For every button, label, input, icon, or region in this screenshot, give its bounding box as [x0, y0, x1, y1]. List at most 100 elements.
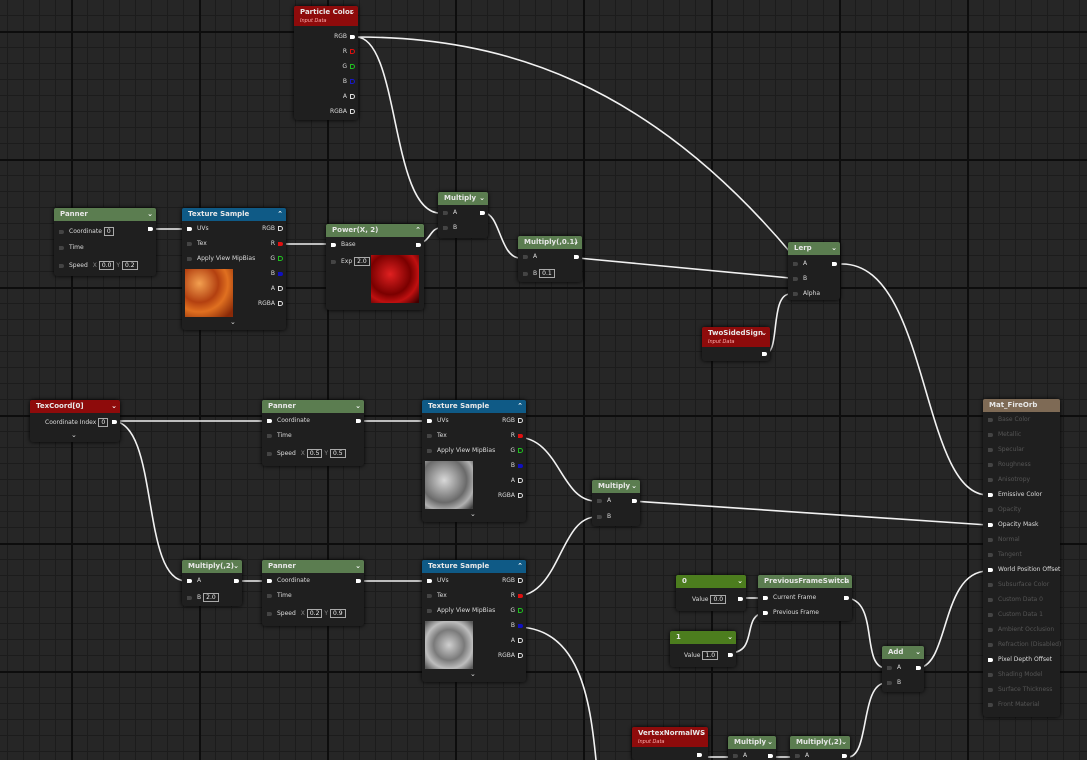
output-pin-r[interactable]: R: [271, 240, 283, 248]
value-field[interactable]: Value 0.0: [692, 595, 727, 604]
chevron-up-icon[interactable]: ⌃: [277, 208, 283, 221]
material-input-pin[interactable]: World Position Offset: [988, 566, 1060, 574]
chevron-down-icon[interactable]: ⌄: [573, 236, 579, 249]
power-node[interactable]: Power(X, 2) ⌃ Base Exp 2.0: [326, 224, 424, 310]
expand-chevron-icon[interactable]: ⌄: [71, 431, 77, 439]
material-input-pin[interactable]: Base Color: [988, 416, 1030, 424]
output-pin[interactable]: [694, 751, 702, 759]
multiply-node[interactable]: Multiply ⌄ A: [728, 736, 776, 760]
output-pin-g[interactable]: G: [510, 607, 523, 615]
node-header[interactable]: Power(X, 2) ⌃: [326, 224, 424, 237]
chevron-down-icon[interactable]: ⌄: [349, 6, 355, 18]
exp-field[interactable]: 2.0: [354, 257, 370, 266]
multiply-2-node[interactable]: Multiply(,2) ⌄ A: [790, 736, 850, 760]
node-header[interactable]: Multiply ⌄: [438, 192, 488, 205]
coordinate-index-field[interactable]: Coordinate Index 0: [45, 418, 109, 427]
chevron-up-icon[interactable]: ⌃: [517, 560, 523, 573]
input-pin-mipbias[interactable]: Apply View MipBias: [187, 255, 255, 263]
output-pin[interactable]: [231, 577, 239, 585]
input-pin-current-frame[interactable]: Current Frame: [763, 594, 816, 602]
output-pin-r[interactable]: R: [511, 592, 523, 600]
input-pin-speed[interactable]: Speed X 0.0 Y 0.2: [59, 261, 138, 270]
output-pin-rgba[interactable]: RGBA: [258, 300, 283, 308]
output-pin[interactable]: [841, 594, 849, 602]
material-input-pin[interactable]: Front Material: [988, 701, 1039, 709]
output-pin-b[interactable]: B: [511, 462, 523, 470]
input-pin-a[interactable]: A: [187, 577, 201, 585]
chevron-up-icon[interactable]: ⌃: [517, 400, 523, 413]
texture-sample-node[interactable]: Texture Sample ⌃ UVs Tex Apply View MipBi…: [182, 208, 286, 330]
speed-x-field[interactable]: 0.2: [306, 609, 323, 618]
two-sided-sign-node[interactable]: TwoSidedSign Input Data ⌄: [702, 327, 770, 361]
expand-chevron-icon[interactable]: ⌄: [470, 670, 476, 678]
node-header[interactable]: Texture Sample ⌃: [422, 400, 526, 413]
chevron-down-icon[interactable]: ⌄: [147, 208, 153, 221]
node-header[interactable]: TexCoord[0] ⌄: [30, 400, 120, 413]
speed-x-field[interactable]: 0.0: [98, 261, 115, 270]
chevron-down-icon[interactable]: ⌄: [355, 560, 361, 573]
input-pin-b[interactable]: B: [597, 513, 611, 521]
constant-0-node[interactable]: 0 ⌄ Value 0.0: [676, 575, 746, 611]
node-header[interactable]: Panner ⌄: [262, 400, 364, 413]
output-pin[interactable]: [353, 577, 361, 585]
output-pin-g[interactable]: G: [270, 255, 283, 263]
input-pin-uvs[interactable]: UVs: [427, 577, 449, 585]
input-pin-speed[interactable]: Speed X 0.2 Y 0.9: [267, 609, 346, 618]
multiply-node[interactable]: Multiply ⌄ A B: [592, 480, 640, 526]
material-input-pin[interactable]: Refraction (Disabled): [988, 641, 1061, 649]
output-pin[interactable]: [145, 225, 153, 233]
output-pin-rgba[interactable]: RGBA: [498, 652, 523, 660]
node-header[interactable]: Multiply ⌄: [728, 736, 776, 749]
node-header[interactable]: Multiply(,2) ⌄: [182, 560, 242, 573]
input-pin-a[interactable]: A: [733, 752, 747, 760]
output-pin-b[interactable]: B: [343, 78, 355, 86]
material-input-pin[interactable]: Metallic: [988, 431, 1021, 439]
input-pin-tex[interactable]: Tex: [187, 240, 207, 248]
input-pin-speed[interactable]: Speed X 0.5 Y 0.5: [267, 449, 346, 458]
input-pin-a[interactable]: A: [795, 752, 809, 760]
output-pin-g[interactable]: G: [510, 447, 523, 455]
input-pin-mipbias[interactable]: Apply View MipBias: [427, 447, 495, 455]
chevron-down-icon[interactable]: ⌄: [841, 736, 847, 749]
panner-node[interactable]: Panner ⌄ Coordinate 0 Time Speed X 0.0 Y 0.2: [54, 208, 156, 276]
input-pin-time[interactable]: Time: [59, 244, 84, 252]
output-pin[interactable]: [571, 253, 579, 261]
output-pin[interactable]: [735, 595, 743, 603]
material-input-pin[interactable]: Custom Data 1: [988, 611, 1043, 619]
node-header[interactable]: Texture Sample ⌃: [182, 208, 286, 221]
b-field[interactable]: 2.0: [203, 593, 219, 602]
chevron-down-icon[interactable]: ⌄: [111, 400, 117, 413]
material-input-pin[interactable]: Opacity: [988, 506, 1021, 514]
material-input-pin[interactable]: Shading Model: [988, 671, 1042, 679]
input-pin-base[interactable]: Base: [331, 241, 356, 249]
node-header[interactable]: Texture Sample ⌃: [422, 560, 526, 573]
input-pin-uvs[interactable]: UVs: [187, 225, 209, 233]
value-input[interactable]: 1.0: [702, 651, 719, 660]
input-pin-b[interactable]: B: [443, 224, 457, 232]
output-pin-g[interactable]: G: [342, 63, 355, 71]
panner-node[interactable]: Panner ⌄ Coordinate Time Speed X 0.5 Y 0.5: [262, 400, 364, 466]
input-pin-a[interactable]: A: [793, 260, 807, 268]
value-input[interactable]: 0.0: [710, 595, 727, 604]
material-input-pin[interactable]: Normal: [988, 536, 1020, 544]
expand-chevron-icon[interactable]: ⌄: [470, 510, 476, 518]
speed-y-field[interactable]: 0.2: [122, 261, 138, 270]
node-header[interactable]: Add ⌄: [882, 646, 924, 659]
input-pin-a[interactable]: A: [887, 664, 901, 672]
chevron-down-icon[interactable]: ⌄: [767, 736, 773, 749]
node-header[interactable]: PreviousFrameSwitch ⌄: [758, 575, 852, 588]
input-pin-coordinate[interactable]: Coordinate: [267, 577, 310, 585]
vertex-normal-ws-node[interactable]: VertexNormalWS Input Data ⌄: [632, 727, 708, 760]
material-input-pin[interactable]: Subsurface Color: [988, 581, 1049, 589]
input-pin-mipbias[interactable]: Apply View MipBias: [427, 607, 495, 615]
texture-sample-node[interactable]: Texture Sample ⌃ UVs Tex Apply View MipBi…: [422, 560, 526, 682]
add-node[interactable]: Add ⌄ A B: [882, 646, 924, 692]
output-pin-rgb[interactable]: RGB: [334, 33, 355, 41]
input-pin-exp[interactable]: Exp 2.0: [331, 257, 370, 266]
multiply-2-node[interactable]: Multiply(,2) ⌄ A B 2.0: [182, 560, 242, 606]
output-pin[interactable]: [765, 752, 773, 760]
node-header[interactable]: TwoSidedSign Input Data ⌄: [702, 327, 770, 347]
input-pin-coordinate[interactable]: Coordinate: [267, 417, 310, 425]
node-header[interactable]: Multiply(,2) ⌄: [790, 736, 850, 749]
texture-sample-node[interactable]: Texture Sample ⌃ UVs Tex Apply View MipBi…: [422, 400, 526, 522]
